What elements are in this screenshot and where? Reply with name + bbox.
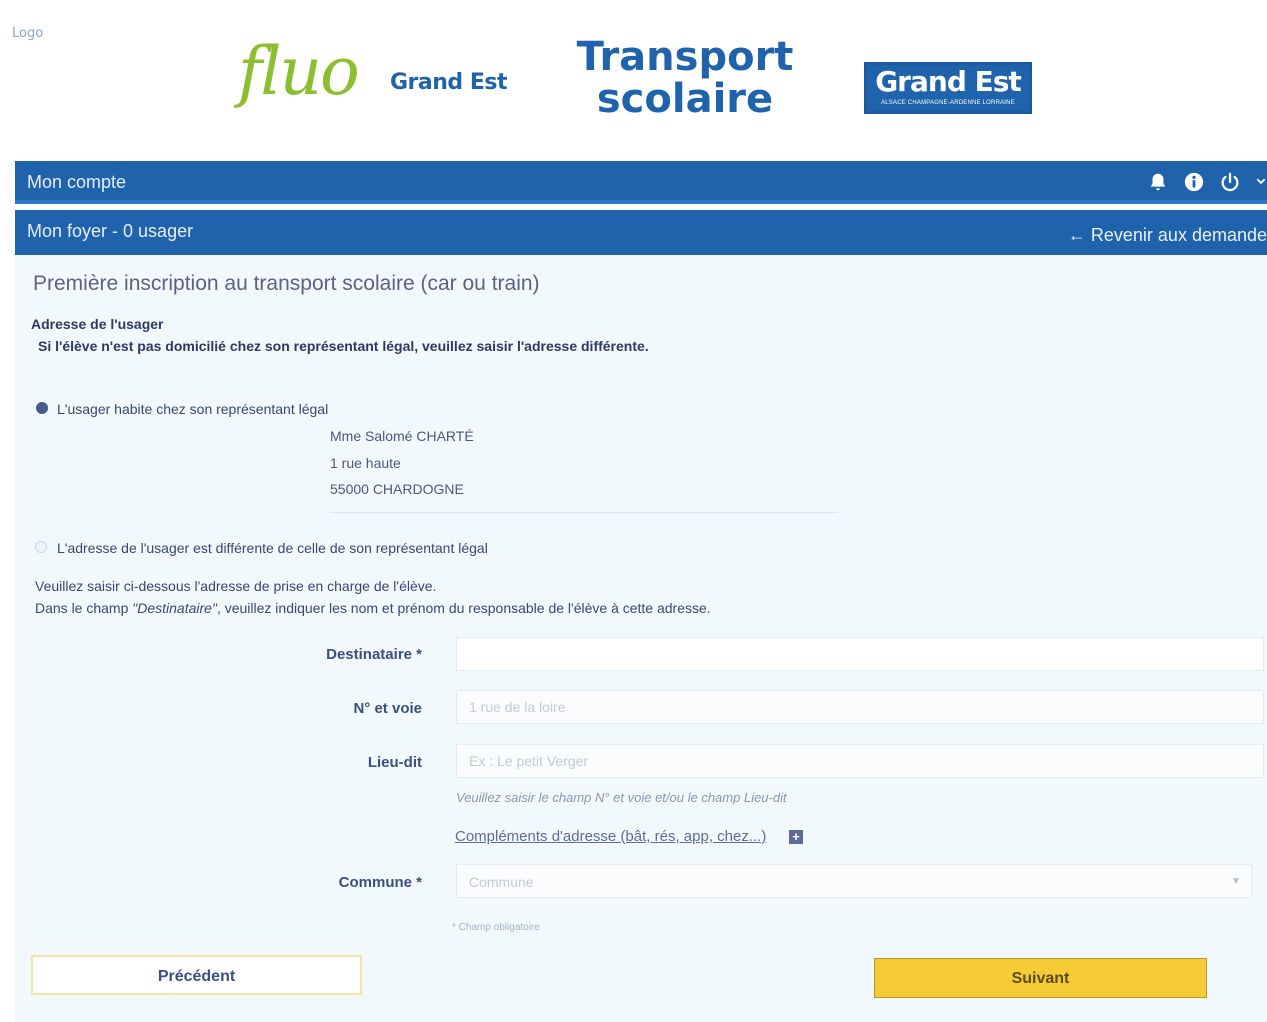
scolaire-line: scolaire <box>596 76 774 122</box>
commune-select[interactable]: Commune ▼ <box>456 864 1252 898</box>
household-title: Mon foyer - 0 usager <box>27 221 194 241</box>
destinataire-label: Destinataire * <box>326 646 422 663</box>
commune-placeholder: Commune <box>469 874 534 890</box>
address-hint: Veuillez saisir le champ N° et voie et/o… <box>456 790 787 805</box>
grand-est-logo-text: Grand Est <box>875 65 1022 98</box>
legal-address-name: Mme Salomé CHARTÉ <box>330 428 474 444</box>
lieu-dit-input[interactable] <box>456 744 1264 778</box>
legal-address-street: 1 rue haute <box>330 455 401 471</box>
fluo-grand-est-logo: fluo Grand Est <box>238 32 518 122</box>
account-title[interactable]: Mon compte <box>27 172 126 193</box>
commune-label: Commune * <box>338 874 422 891</box>
logo-alt-text: Logo <box>12 26 44 41</box>
chevron-down-icon[interactable] <box>1255 171 1267 198</box>
transport-line: Transport <box>576 34 794 80</box>
instruction-line-2-end: , veuillez indiquer les nom et prénom du… <box>216 600 711 616</box>
fluo-logo-word: fluo <box>238 33 360 110</box>
info-icon[interactable] <box>1183 171 1205 198</box>
section-title: Adresse de l'usager <box>31 316 164 332</box>
instruction-line-1: Veuillez saisir ci-dessous l'adresse de … <box>35 578 437 594</box>
destinataire-input[interactable] <box>456 637 1264 671</box>
legal-address-city: 55000 CHARDOGNE <box>330 481 464 497</box>
address-divider <box>330 512 838 513</box>
grand-est-region-logo: Grand Est ALSACE CHAMPAGNE-ARDENNE LORRA… <box>864 62 1032 114</box>
power-icon[interactable] <box>1219 171 1241 198</box>
next-button[interactable]: Suivant <box>874 958 1207 998</box>
instruction-line-2-field: "Destinataire" <box>132 600 217 616</box>
plus-icon[interactable]: + <box>789 830 803 844</box>
transport-scolaire-heading: Transport scolaire <box>560 36 810 120</box>
section-note: Si l'élève n'est pas domicilié chez son … <box>38 338 649 354</box>
back-to-requests-link[interactable]: ← Revenir aux demande <box>1068 225 1267 246</box>
same-address-radio[interactable] <box>36 402 48 414</box>
voie-input[interactable] <box>456 690 1264 724</box>
lieu-dit-label: Lieu-dit <box>367 754 422 771</box>
address-complements-link[interactable]: Compléments d'adresse (bât, rés, app, ch… <box>455 828 766 845</box>
voie-label: N° et voie <box>353 700 422 717</box>
same-address-label[interactable]: L'usager habite chez son représentant lé… <box>57 401 328 417</box>
fluo-logo-subtitle: Grand Est <box>390 70 507 95</box>
household-bar: Mon foyer - 0 usager ← Revenir aux deman… <box>15 210 1267 255</box>
grand-est-logo-subtext: ALSACE CHAMPAGNE-ARDENNE LORRAINE <box>881 100 1015 106</box>
bell-icon[interactable] <box>1147 171 1169 198</box>
instruction-line-2: Dans le champ "Destinataire", veuillez i… <box>35 600 711 616</box>
different-address-radio[interactable] <box>35 541 47 553</box>
previous-button[interactable]: Précédent <box>31 955 362 995</box>
account-bar: Mon compte <box>15 161 1267 204</box>
instruction-line-2-start: Dans le champ <box>35 600 133 616</box>
account-icons <box>1147 171 1267 198</box>
different-address-label[interactable]: L'adresse de l'usager est différente de … <box>57 540 488 556</box>
caret-down-icon: ▼ <box>1231 876 1241 887</box>
required-note: * Champ obligatoire <box>452 922 540 933</box>
page-title: Première inscription au transport scolai… <box>33 272 540 295</box>
